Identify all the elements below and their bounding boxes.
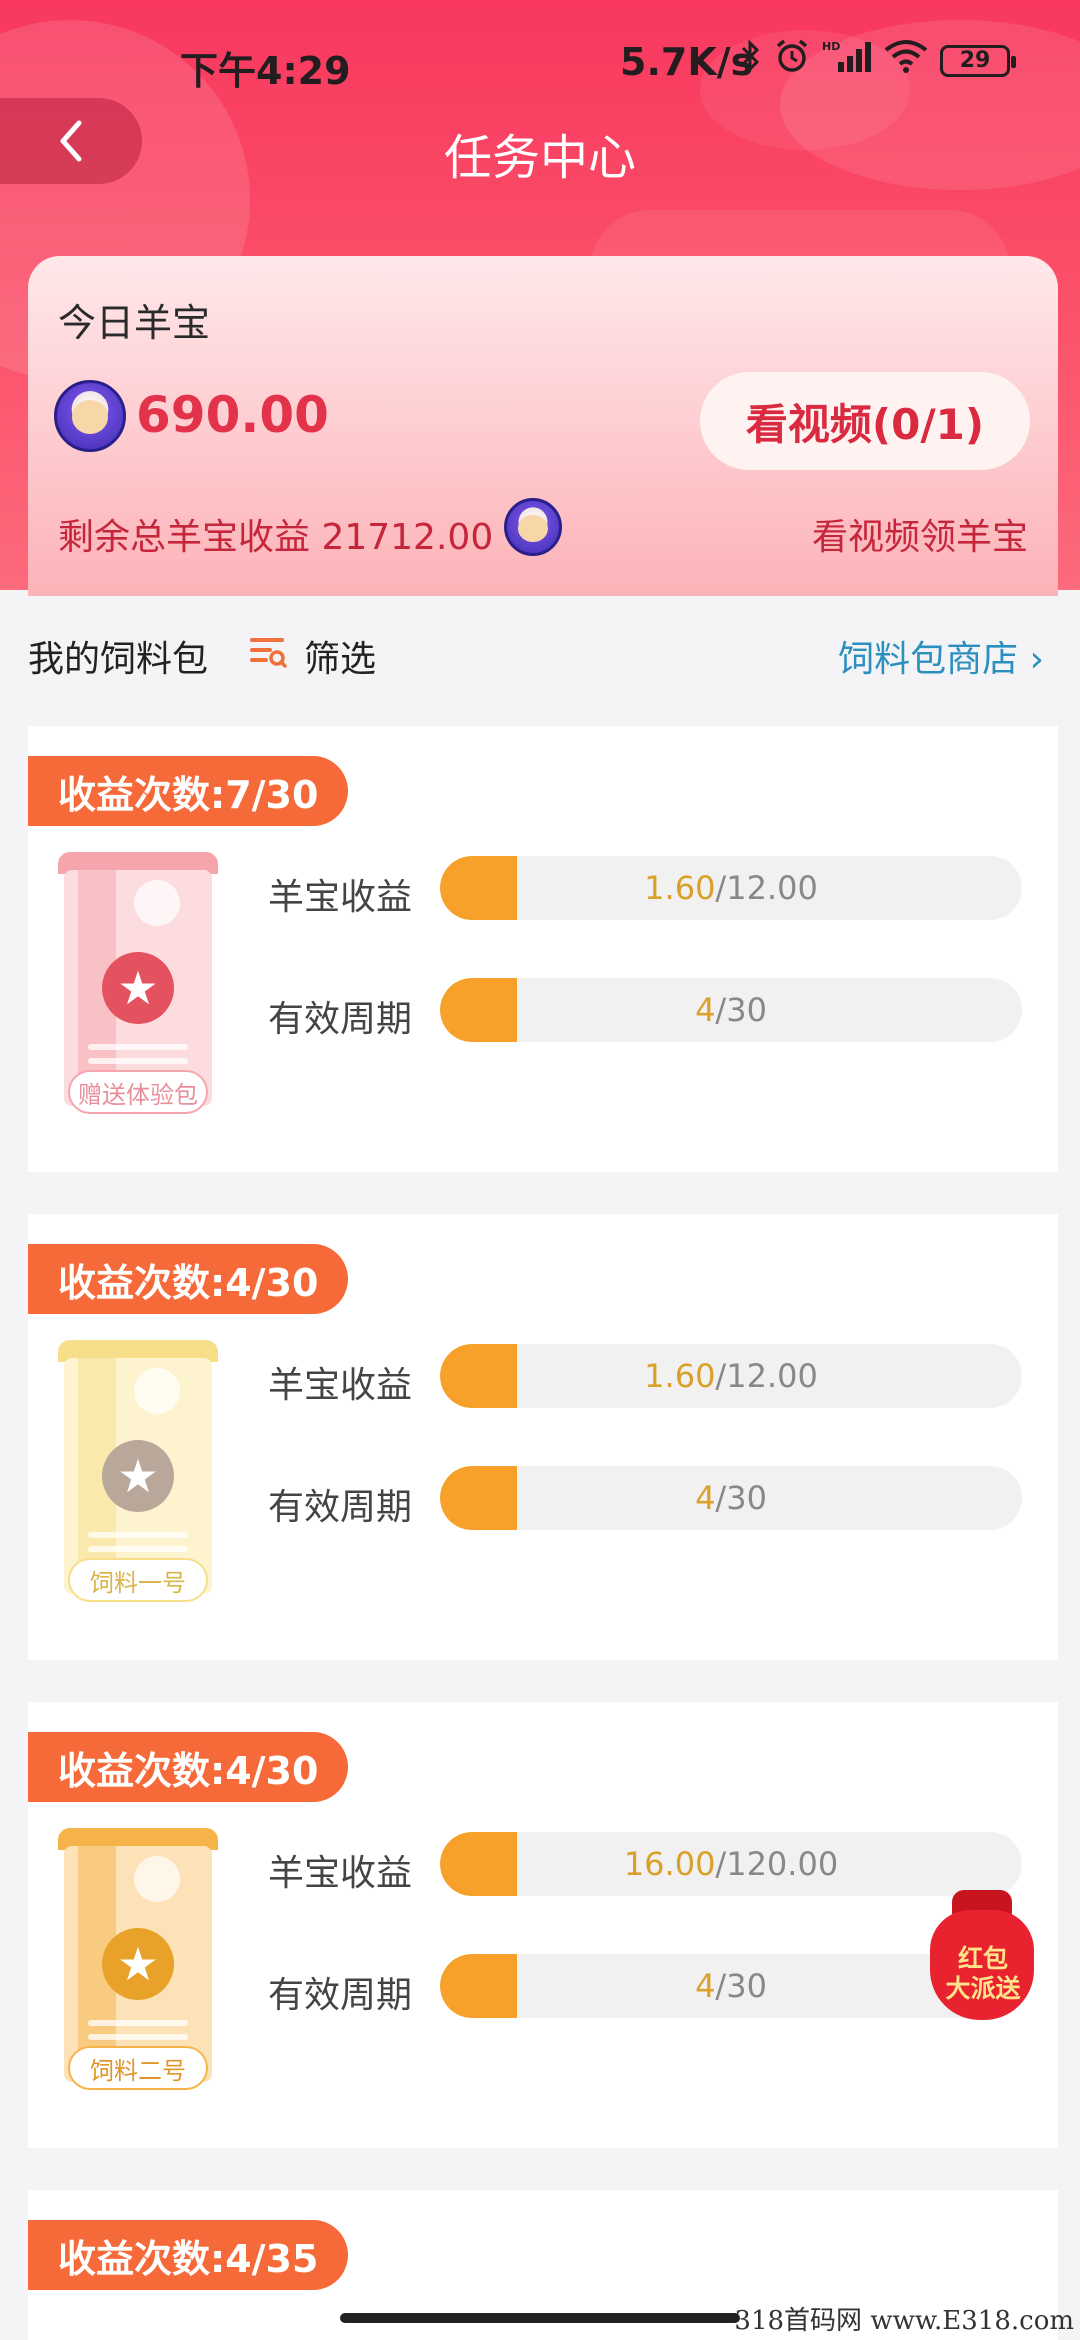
progress-current: 16.00 — [623, 1845, 716, 1883]
status-bar: 下午4:29 5.7K/s HD 29 — [0, 0, 1080, 120]
bag-label: 赠送体验包 — [68, 1070, 208, 1114]
feed-pack-section-header: 我的饲料包 筛选 饲料包商店 › — [0, 630, 1080, 690]
progress-total: /30 — [715, 991, 767, 1029]
sheep-coin-icon — [54, 380, 126, 452]
watch-video-link[interactable]: 看视频领羊宝 — [812, 508, 1028, 560]
earning-progress-bar: 1.60/12.00 — [440, 856, 1022, 920]
alarm-icon — [774, 38, 810, 83]
metric-label: 有效周期 — [268, 999, 413, 1040]
progress-current: 1.60 — [644, 869, 716, 907]
home-indicator[interactable] — [340, 2313, 740, 2323]
today-amount: 690.00 — [136, 386, 329, 444]
feed-shop-link[interactable]: 饲料包商店 › — [838, 630, 1044, 682]
metric-label: 有效周期 — [268, 1975, 413, 2016]
earning-count-badge: 收益次数:7/30 — [28, 756, 349, 826]
red-packet-promo-button[interactable]: 红包 大派送 — [918, 1880, 1048, 2030]
svg-text:HD: HD — [822, 40, 840, 53]
section-title: 我的饲料包 — [28, 639, 209, 680]
progress-current: 1.60 — [644, 1357, 716, 1395]
remaining-earnings: 剩余总羊宝收益 21712.00 — [58, 517, 494, 558]
feed-bag-image: ★ 饲料一号 — [58, 1340, 218, 1610]
progress-total: /12.00 — [715, 869, 818, 907]
battery-icon: 29 — [940, 44, 1016, 77]
earning-count-badge: 收益次数:4/30 — [28, 1244, 349, 1314]
metric-label: 羊宝收益 — [268, 1853, 413, 1894]
metric-label: 羊宝收益 — [268, 877, 413, 918]
metric-label: 有效周期 — [268, 1487, 413, 1528]
feed-pack-card[interactable]: 收益次数:7/30 ★ 赠送体验包 羊宝收益 1.60/12.00 有效周期 4… — [28, 726, 1058, 1172]
chevron-right-icon: › — [1029, 639, 1044, 680]
red-packet-line2: 大派送 — [945, 1974, 1021, 2003]
feed-pack-card[interactable]: 收益次数:4/30 ★ 饲料二号 羊宝收益 16.00/120.00 有效周期 … — [28, 1702, 1058, 2148]
progress-total: /30 — [715, 1967, 767, 2005]
red-packet-line1: 红包 — [957, 1944, 1008, 1973]
progress-total: /30 — [715, 1479, 767, 1517]
cycle-progress-bar: 4/30 — [440, 1466, 1022, 1530]
bluetooth-icon — [740, 38, 762, 83]
today-label: 今日羊宝 — [58, 301, 211, 345]
feed-bag-image: ★ 赠送体验包 — [58, 852, 218, 1122]
bag-label: 饲料一号 — [68, 1558, 208, 1602]
filter-icon[interactable] — [248, 634, 288, 670]
watch-video-button[interactable]: 看视频(0/1) — [700, 372, 1030, 470]
network-speed: 5.7K/s — [620, 40, 754, 84]
feed-bag-image: ★ 饲料二号 — [58, 1828, 218, 2098]
star-emblem-icon: ★ — [102, 952, 174, 1024]
status-time: 下午4:29 — [180, 49, 351, 93]
today-summary-card: 今日羊宝 690.00 看视频(0/1) 剩余总羊宝收益 21712.00 看视… — [28, 256, 1058, 596]
star-emblem-icon: ★ — [102, 1928, 174, 2000]
progress-current: 4 — [695, 991, 716, 1029]
watermark: 318首码网 www.E318.com — [734, 2306, 1074, 2336]
metric-label: 羊宝收益 — [268, 1365, 413, 1406]
progress-total: /12.00 — [715, 1357, 818, 1395]
progress-total: /120.00 — [715, 1845, 839, 1883]
cycle-progress-bar: 4/30 — [440, 978, 1022, 1042]
feed-pack-card[interactable]: 收益次数:4/30 ★ 饲料一号 羊宝收益 1.60/12.00 有效周期 4/… — [28, 1214, 1058, 1660]
earning-count-badge: 收益次数:4/35 — [28, 2220, 349, 2290]
wifi-icon — [884, 38, 928, 83]
page-title: 任务中心 — [443, 130, 636, 186]
red-packet-label: 红包 大派送 — [918, 1944, 1048, 2004]
earning-progress-bar: 1.60/12.00 — [440, 1344, 1022, 1408]
bag-label: 饲料二号 — [68, 2046, 208, 2090]
progress-current: 4 — [695, 1479, 716, 1517]
shop-link-label: 饲料包商店 — [838, 639, 1019, 680]
filter-button[interactable]: 筛选 — [304, 630, 376, 682]
progress-current: 4 — [695, 1967, 716, 2005]
hd-signal-icon: HD — [822, 38, 872, 83]
status-icons: HD 29 — [740, 38, 1016, 83]
earning-count-badge: 收益次数:4/30 — [28, 1732, 349, 1802]
sheep-coin-icon — [504, 498, 562, 556]
star-emblem-icon: ★ — [102, 1440, 174, 1512]
